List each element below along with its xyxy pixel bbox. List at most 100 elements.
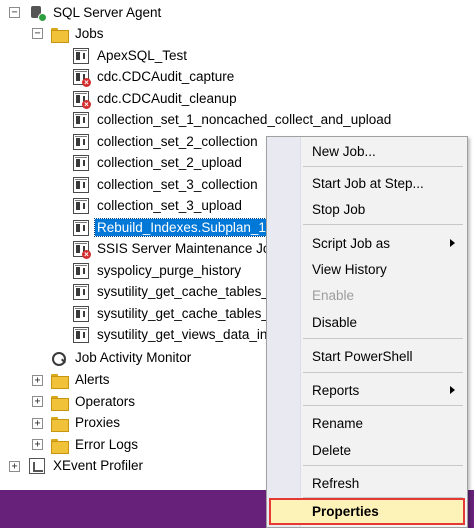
job-item[interactable]: × cdc.CDCAudit_capture: [73, 66, 236, 88]
menu-item-enable: Enable: [269, 284, 465, 306]
tree-node-operators[interactable]: Operators: [51, 391, 137, 413]
folder-icon: [51, 415, 69, 432]
job-label: cdc.CDCAudit_cleanup: [97, 91, 237, 107]
menu-item-refresh[interactable]: Refresh: [269, 472, 465, 494]
menu-item-label: Rename: [312, 415, 364, 431]
menu-item-delete[interactable]: Delete: [269, 439, 465, 461]
job-failed-icon: ×: [73, 90, 91, 109]
job-item[interactable]: collection_set_1_noncached_collect_and_u…: [73, 109, 393, 131]
job-icon: [73, 326, 89, 343]
tree-node-label: XEvent Profiler: [53, 458, 144, 474]
tree-node-label: Proxies: [75, 415, 121, 431]
menu-item-properties[interactable]: Properties: [269, 498, 465, 525]
menu-item-label: Reports: [312, 382, 360, 398]
job-icon: [73, 305, 89, 322]
job-failed-icon: ×: [73, 240, 91, 259]
job-label: collection_set_3_collection: [97, 177, 258, 193]
xevent-expand-toggle[interactable]: +: [9, 461, 20, 472]
job-icon: [73, 219, 89, 236]
monitor-icon: [51, 350, 67, 366]
job-item[interactable]: collection_set_3_collection: [73, 174, 260, 196]
jobs-collapse-toggle[interactable]: −: [32, 28, 43, 39]
job-label: sysutility_get_cache_tables_: [97, 284, 269, 300]
proxies-expand-toggle[interactable]: +: [32, 418, 43, 429]
menu-item-label: Delete: [312, 442, 352, 458]
menu-item-start-job-at-step[interactable]: Start Job at Step...: [269, 172, 465, 194]
job-item[interactable]: collection_set_2_upload: [73, 152, 244, 174]
menu-item-label: View History: [312, 261, 387, 277]
job-item[interactable]: collection_set_3_upload: [73, 195, 244, 217]
job-icon: [73, 133, 89, 150]
folder-icon: [51, 394, 69, 411]
job-item-selected[interactable]: Rebuild_Indexes.Subplan_1: [73, 217, 269, 239]
alerts-expand-toggle[interactable]: +: [32, 375, 43, 386]
job-label: sysutility_get_cache_tables_: [97, 306, 269, 322]
job-failed-icon: ×: [73, 68, 91, 87]
operators-expand-toggle[interactable]: +: [32, 396, 43, 407]
tree-node-error-logs[interactable]: Error Logs: [51, 434, 140, 456]
job-label: SSIS Server Maintenance Jo: [97, 241, 271, 257]
tree-node-jobs[interactable]: Jobs: [51, 23, 106, 45]
sql-agent-icon: [29, 5, 47, 22]
menu-item-label: Properties: [312, 504, 379, 519]
job-item[interactable]: sysutility_get_cache_tables_: [73, 281, 271, 303]
menu-item-start-powershell[interactable]: Start PowerShell: [269, 345, 465, 367]
job-item[interactable]: sysutility_get_cache_tables_: [73, 303, 271, 325]
job-item[interactable]: collection_set_2_collection: [73, 131, 260, 153]
context-menu: New Job... Start Job at Step... Stop Job…: [266, 136, 468, 528]
menu-separator: [303, 372, 463, 373]
folder-icon: [51, 26, 69, 43]
tree-node-label: Jobs: [75, 26, 104, 42]
job-icon: [73, 283, 89, 300]
job-label: collection_set_2_collection: [97, 134, 258, 150]
job-item[interactable]: ApexSQL_Test: [73, 45, 189, 67]
tree-node-xevent-profiler[interactable]: XEvent Profiler: [29, 455, 145, 477]
submenu-arrow-icon: [450, 239, 455, 247]
job-item[interactable]: syspolicy_purge_history: [73, 260, 243, 282]
tree-node-proxies[interactable]: Proxies: [51, 412, 122, 434]
job-icon: [73, 111, 89, 128]
tree-node-label: Operators: [75, 394, 136, 410]
job-icon: [73, 47, 89, 64]
job-item[interactable]: sysutility_get_views_data_in: [73, 324, 269, 346]
menu-item-label: Refresh: [312, 475, 360, 491]
job-item[interactable]: × SSIS Server Maintenance Jo: [73, 238, 272, 260]
menu-item-rename[interactable]: Rename: [269, 412, 465, 434]
menu-item-view-history[interactable]: View History: [269, 258, 465, 280]
menu-item-label: Disable: [312, 314, 358, 330]
job-label: Rebuild_Indexes.Subplan_1: [94, 218, 269, 238]
menu-item-label: Script Job as: [312, 235, 391, 251]
menu-item-disable[interactable]: Disable: [269, 311, 465, 333]
folder-icon: [51, 372, 69, 389]
job-icon: [73, 154, 89, 171]
job-label: collection_set_3_upload: [97, 198, 242, 214]
tree-node-alerts[interactable]: Alerts: [51, 369, 112, 391]
menu-item-label: Enable: [312, 287, 355, 303]
submenu-arrow-icon: [450, 386, 455, 394]
job-item[interactable]: × cdc.CDCAudit_cleanup: [73, 88, 239, 110]
job-icon: [73, 262, 89, 279]
job-label: ApexSQL_Test: [97, 48, 188, 64]
xevent-icon: [29, 457, 45, 474]
job-label: collection_set_2_upload: [97, 155, 242, 171]
tree-node-label: Error Logs: [75, 437, 139, 453]
tree-node-label: Job Activity Monitor: [75, 350, 192, 366]
job-label: collection_set_1_noncached_collect_and_u…: [97, 112, 392, 128]
error-logs-expand-toggle[interactable]: +: [32, 439, 43, 450]
tree-node-job-activity-monitor[interactable]: Job Activity Monitor: [51, 347, 193, 369]
tree-node-label: SQL Server Agent: [53, 5, 162, 21]
agent-collapse-toggle[interactable]: −: [9, 7, 20, 18]
menu-separator: [303, 166, 463, 167]
job-icon: [73, 197, 89, 214]
menu-separator: [303, 224, 463, 225]
job-icon: [73, 176, 89, 193]
tree-node-sql-server-agent[interactable]: SQL Server Agent: [29, 2, 163, 24]
menu-item-reports[interactable]: Reports: [269, 379, 465, 401]
menu-item-label: Start PowerShell: [312, 348, 413, 364]
menu-separator: [303, 465, 463, 466]
menu-item-new-job[interactable]: New Job...: [269, 140, 465, 162]
menu-item-script-job-as[interactable]: Script Job as: [269, 232, 465, 254]
menu-item-stop-job[interactable]: Stop Job: [269, 198, 465, 220]
menu-item-label: New Job...: [312, 143, 376, 159]
job-label: sysutility_get_views_data_in: [97, 327, 268, 343]
